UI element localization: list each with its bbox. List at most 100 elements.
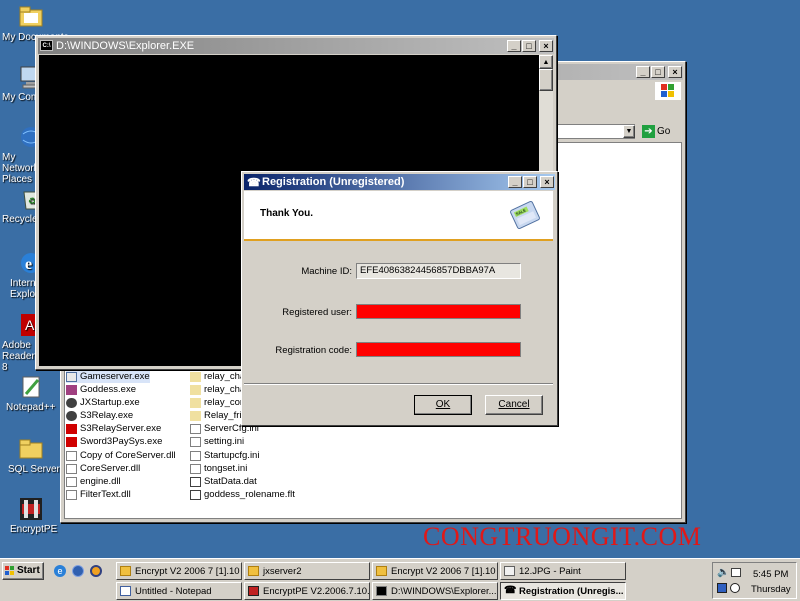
list-item[interactable]: JXStartup.exe bbox=[66, 397, 140, 409]
desktop-icon-label: Notepad++ bbox=[6, 402, 56, 413]
taskbar: Start e Encrypt V2 2006 7 [1].10 jxserve… bbox=[0, 558, 800, 601]
clock-time[interactable]: 5:45 PM bbox=[753, 569, 788, 580]
registration-code-input[interactable] bbox=[356, 342, 521, 357]
close-button[interactable]: × bbox=[540, 176, 554, 188]
list-item[interactable]: StatData.dat bbox=[190, 476, 257, 488]
data-file-icon bbox=[190, 490, 201, 500]
dll-file-icon bbox=[66, 477, 77, 487]
ok-button[interactable]: OK bbox=[414, 395, 472, 415]
dll-file-icon bbox=[66, 451, 77, 461]
cancel-button[interactable]: Cancel bbox=[485, 395, 543, 415]
console-title: D:\WINDOWS\Explorer.EXE bbox=[56, 40, 195, 52]
list-item[interactable]: Goddess.exe bbox=[66, 384, 136, 396]
maximize-button[interactable]: □ bbox=[522, 40, 536, 52]
dll-file-icon bbox=[66, 464, 77, 474]
minimize-button[interactable]: _ bbox=[636, 66, 650, 78]
desktop-icon-notepad-plus-plus[interactable]: Notepad++ bbox=[0, 374, 62, 413]
windows-flag-icon bbox=[5, 566, 15, 576]
list-item[interactable]: Copy of CoreServer.dll bbox=[66, 450, 176, 462]
machine-id-field: EFE40863824456857DBBA97A bbox=[356, 263, 521, 279]
taskbar-item[interactable]: 12.JPG - Paint bbox=[500, 562, 626, 580]
dialog-title-buttons: _ □ × bbox=[507, 176, 554, 188]
clock-day: Thursday bbox=[751, 584, 791, 595]
list-item[interactable]: tongset.ini bbox=[190, 463, 247, 475]
quick-launch: e bbox=[52, 563, 107, 579]
taskbar-item[interactable]: jxserver2 bbox=[244, 562, 370, 580]
notepad-icon bbox=[120, 586, 131, 596]
go-button[interactable]: ➔ Go bbox=[641, 124, 675, 139]
ini-file-icon bbox=[190, 437, 201, 447]
list-item[interactable]: Relay_frie bbox=[190, 410, 247, 422]
start-button[interactable]: Start bbox=[2, 562, 44, 580]
explorer-title-buttons: _ □ × bbox=[635, 66, 682, 78]
dialog-heading: Thank You. bbox=[260, 208, 313, 219]
list-item[interactable]: relay_cha bbox=[190, 384, 245, 396]
desktop-icon-label: EncryptPE bbox=[10, 524, 58, 535]
outlook-quicklaunch-icon[interactable] bbox=[72, 565, 84, 577]
maximize-button[interactable]: □ bbox=[651, 66, 665, 78]
ini-file-icon bbox=[190, 464, 201, 474]
svg-text:e: e bbox=[25, 256, 32, 273]
desktop-icon-sql-server[interactable]: SQL Server bbox=[0, 436, 62, 475]
exe-file-icon bbox=[66, 437, 77, 447]
tray-app-icon-2[interactable] bbox=[730, 583, 740, 593]
machine-id-label: Machine ID: bbox=[301, 266, 352, 277]
registration-dialog[interactable]: ☎ Registration (Unregistered) _ □ × Than… bbox=[241, 171, 558, 426]
console-icon bbox=[376, 586, 387, 596]
ini-file-icon bbox=[190, 451, 201, 461]
minimize-button[interactable]: _ bbox=[507, 40, 521, 52]
folder-icon bbox=[18, 436, 44, 462]
data-file-icon bbox=[190, 477, 201, 487]
list-item[interactable]: goddess_rolename.flt bbox=[190, 489, 295, 501]
console-icon: C:\ bbox=[40, 40, 53, 51]
desktop-icon-label: SQL Server bbox=[8, 464, 60, 475]
config-file-icon bbox=[190, 385, 201, 395]
notepad-plus-plus-icon bbox=[18, 374, 44, 400]
list-item[interactable]: relay_con bbox=[190, 397, 245, 409]
scroll-up-button[interactable]: ▲ bbox=[539, 55, 553, 69]
console-title-bar[interactable]: C:\ D:\WINDOWS\Explorer.EXE bbox=[38, 38, 554, 54]
close-button[interactable]: × bbox=[668, 66, 682, 78]
ie-quicklaunch-icon[interactable]: e bbox=[54, 565, 66, 577]
list-item[interactable]: CoreServer.dll bbox=[66, 463, 140, 475]
list-item[interactable]: Sword3PaySys.exe bbox=[66, 436, 162, 448]
scroll-thumb[interactable] bbox=[539, 69, 553, 91]
maximize-button[interactable]: □ bbox=[523, 176, 537, 188]
list-item[interactable]: Startupcfg.ini bbox=[190, 450, 259, 462]
folder-icon bbox=[376, 566, 387, 576]
console-title-buttons: _ □ × bbox=[506, 40, 553, 52]
list-item[interactable]: relay_cha bbox=[190, 371, 245, 383]
desktop-icon-encryptpe[interactable]: EncryptPE bbox=[0, 496, 62, 535]
registered-user-input[interactable] bbox=[356, 304, 521, 319]
close-button[interactable]: × bbox=[539, 40, 553, 52]
network-tray-icon[interactable] bbox=[731, 568, 741, 577]
taskbar-item[interactable]: D:\WINDOWS\Explorer.... bbox=[372, 582, 498, 600]
taskbar-item[interactable]: EncryptPE V2.2006.7.10... bbox=[244, 582, 370, 600]
system-tray: 🔈 5:45 PM Thursday bbox=[712, 562, 797, 599]
exe-file-icon bbox=[66, 385, 77, 395]
dialog-title: Registration (Unregistered) bbox=[262, 176, 405, 188]
config-file-icon bbox=[190, 398, 201, 408]
go-label: Go bbox=[657, 126, 671, 137]
address-dropdown-button[interactable]: ▼ bbox=[623, 125, 635, 138]
list-item[interactable]: setting.ini bbox=[190, 436, 244, 448]
sale-tag-icon: SALE bbox=[507, 199, 543, 231]
list-item[interactable]: FilterText.dll bbox=[66, 489, 131, 501]
taskbar-item[interactable]: Encrypt V2 2006 7 [1].10 bbox=[372, 562, 498, 580]
volume-icon[interactable]: 🔈 bbox=[717, 567, 729, 578]
list-item[interactable]: S3RelayServer.exe bbox=[66, 423, 161, 435]
minimize-button[interactable]: _ bbox=[508, 176, 522, 188]
list-item[interactable]: S3Relay.exe bbox=[66, 410, 133, 422]
taskbar-item[interactable]: ☎ Registration (Unregis... bbox=[500, 582, 626, 600]
paint-icon bbox=[504, 566, 515, 576]
taskbar-item[interactable]: Untitled - Notepad bbox=[116, 582, 242, 600]
taskbar-item[interactable]: Encrypt V2 2006 7 [1].10 bbox=[116, 562, 242, 580]
list-item[interactable]: Gameserver.exe bbox=[66, 371, 150, 383]
config-file-icon bbox=[190, 411, 201, 421]
list-item[interactable]: engine.dll bbox=[66, 476, 121, 488]
encryptpe-icon bbox=[248, 586, 259, 596]
media-quicklaunch-icon[interactable] bbox=[90, 565, 102, 577]
folder-icon bbox=[120, 566, 131, 576]
exe-file-icon bbox=[66, 424, 77, 434]
tray-app-icon[interactable] bbox=[717, 583, 727, 593]
